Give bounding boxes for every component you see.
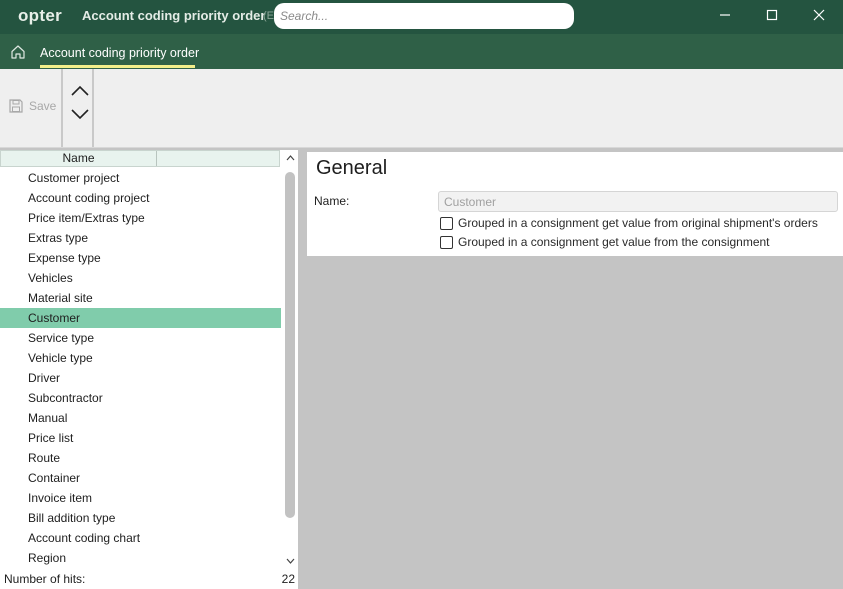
list-footer: Number of hits: 22 [0,570,298,589]
list-item[interactable]: Manual [0,408,281,428]
list-item[interactable]: Price item/Extras type [0,208,281,228]
opter-logo: opter [18,6,62,25]
list-item[interactable]: Extras type [0,228,281,248]
scrollbar-thumb[interactable] [285,172,295,518]
tab-bar: Account coding priority order [0,34,843,69]
move-down-button[interactable] [68,104,92,124]
toolbar: Save [0,69,843,148]
home-button[interactable] [9,43,27,61]
hits-count: 22 [281,572,295,586]
list-scrollbar[interactable] [282,150,298,570]
save-button[interactable]: Save [8,98,56,114]
column-header-name[interactable]: Name [1,151,157,166]
chevron-down-icon [286,558,294,564]
window-title-extra: (E [263,10,274,22]
checkbox-label: Grouped in a consignment get value from … [458,235,770,249]
list-item[interactable]: Vehicles [0,268,281,288]
active-tab-indicator [40,65,195,68]
priority-list-panel: Name Customer project Account coding proj… [0,150,298,589]
list-item[interactable]: Subcontractor [0,388,281,408]
list-item[interactable]: Service type [0,328,281,348]
name-label: Name: [314,194,350,208]
checkbox-row-consignment[interactable]: Grouped in a consignment get value from … [440,235,770,249]
maximize-icon [766,9,778,21]
chevron-up-icon [71,85,89,96]
chevron-down-icon [71,109,89,120]
list-item[interactable]: Bill addition type [0,508,281,528]
search-input[interactable] [274,3,574,29]
list-item[interactable]: Region [0,548,281,568]
maximize-button[interactable] [749,0,795,30]
home-icon [11,45,25,59]
minimize-icon [720,14,730,16]
hits-label: Number of hits: [4,572,86,586]
list-item[interactable]: Driver [0,368,281,388]
title-bar: opter Account coding priority order (E [0,0,843,34]
list-header: Name [0,150,280,167]
move-up-button[interactable] [68,81,92,101]
list-item[interactable]: Invoice item [0,488,281,508]
checkbox-original-orders[interactable] [440,216,453,230]
name-field[interactable] [438,191,838,212]
minimize-button[interactable] [702,0,748,30]
list-item[interactable]: Material site [0,288,281,308]
close-icon [813,9,825,21]
list-item[interactable]: Customer [0,308,281,328]
list-item[interactable]: Account coding chart [0,528,281,548]
list-item[interactable]: Price list [0,428,281,448]
close-button[interactable] [796,0,842,30]
priority-list: Customer project Account coding project Pr… [0,168,281,568]
save-icon [9,99,23,113]
toolbar-separator [61,69,63,147]
save-label: Save [29,99,57,113]
list-item[interactable]: Vehicle type [0,348,281,368]
detail-panel: General Name: Grouped in a consignment g… [307,152,843,256]
section-title: General [316,157,388,179]
list-item[interactable]: Expense type [0,248,281,268]
list-item[interactable]: Account coding project [0,188,281,208]
window-title: Account coding priority order [82,8,266,23]
list-item[interactable]: Route [0,448,281,468]
scroll-up-button[interactable] [284,152,296,164]
list-item[interactable]: Customer project [0,168,281,188]
checkbox-row-original-orders[interactable]: Grouped in a consignment get value from … [440,216,818,230]
toolbar-separator [92,69,94,147]
tab-account-coding-priority-order[interactable]: Account coding priority order [40,46,199,60]
checkbox-consignment[interactable] [440,235,453,249]
checkbox-label: Grouped in a consignment get value from … [458,216,818,230]
list-item[interactable]: Container [0,468,281,488]
chevron-up-icon [286,155,294,161]
scroll-down-button[interactable] [284,555,296,567]
